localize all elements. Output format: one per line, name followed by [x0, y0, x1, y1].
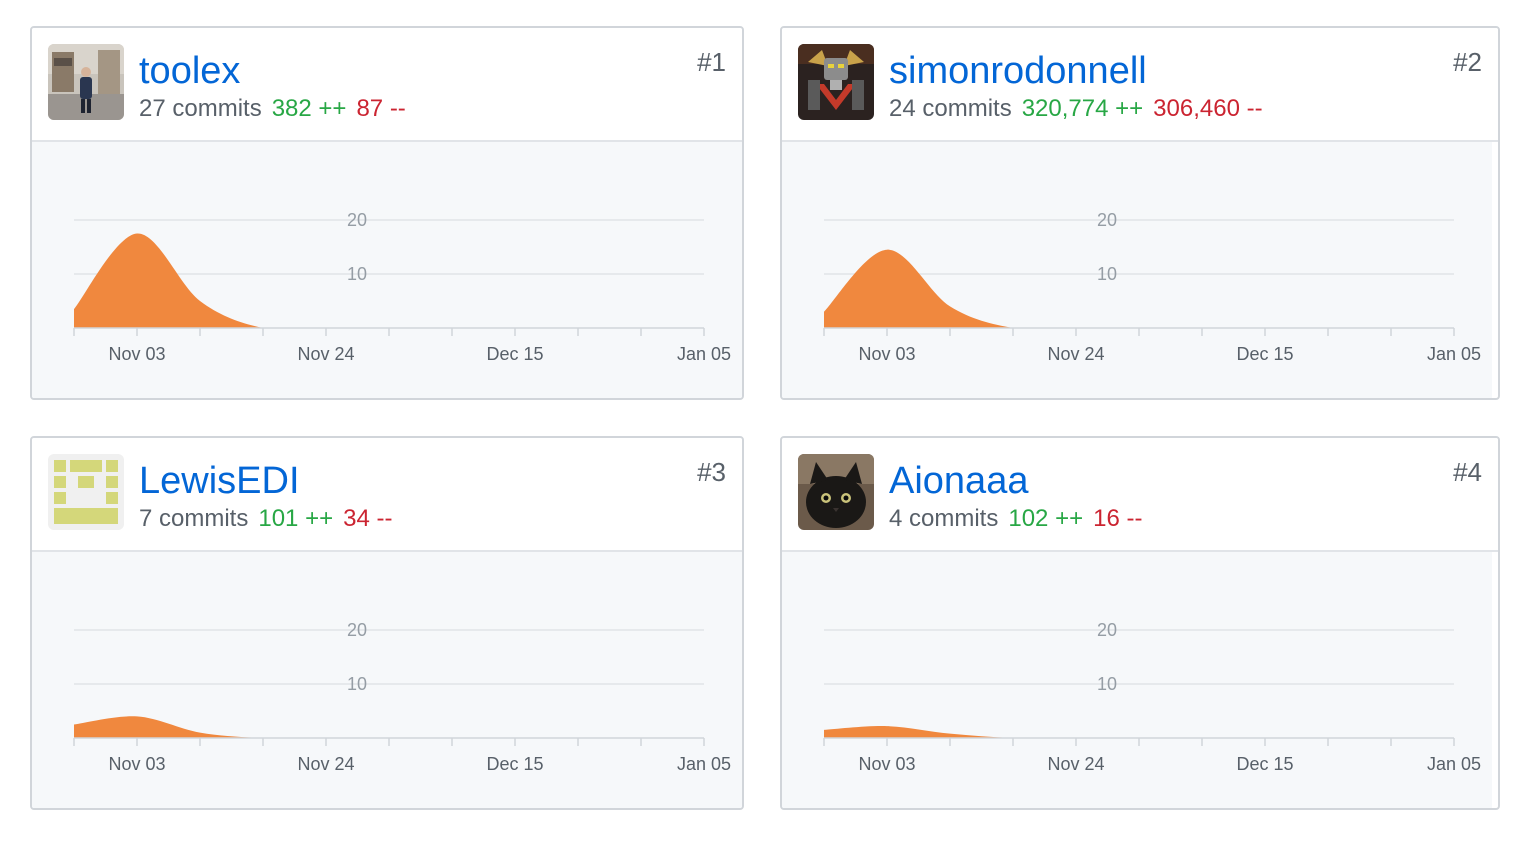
commit-activity-chart: 10 20 Nov 03 Nov 24 Dec 15 Jan 05 [782, 142, 1492, 398]
additions-count: 101 ++ [258, 505, 334, 532]
contributor-card-header: toolex 27 commits 382 ++ 87 -- #1 [32, 28, 742, 142]
chart-x-tick-label: Dec 15 [486, 754, 543, 774]
commit-activity-chart: 10 20 Nov 03 Nov 24 Dec 15 Jan 05 [32, 142, 742, 398]
chart-x-tick-label: Nov 03 [108, 754, 165, 774]
commit-activity-chart: 10 20 Nov 03 Nov 24 Dec 15 Jan 05 [782, 552, 1492, 808]
contributor-rank: #3 [697, 457, 726, 487]
contributor-card-header: simonrodonnell 24 commits 320,774 ++ 306,4… [782, 28, 1498, 142]
chart-x-tick-label: Dec 15 [1236, 344, 1293, 364]
chart-y-tick-label: 20 [1097, 620, 1117, 640]
robot-mecha-avatar-image [798, 44, 874, 120]
additions-count: 102 ++ [1008, 505, 1084, 532]
chart-gridlines [824, 219, 1454, 275]
chart-x-tick-label: Jan 05 [1427, 754, 1481, 774]
deletions-count: 87 -- [356, 95, 406, 122]
commit-count[interactable]: 27 commits [139, 95, 262, 122]
contributor-card: LewisEDI 7 commits 101 ++ 34 -- #3 10 20 Nov… [30, 436, 744, 810]
additions-count: 382 ++ [271, 95, 347, 122]
identicon-avatar[interactable] [48, 454, 124, 530]
contributor-rank: #1 [697, 47, 726, 77]
person-photo-avatar-image [48, 44, 124, 120]
robot-mecha-avatar[interactable] [798, 44, 874, 120]
contributor-card: simonrodonnell 24 commits 320,774 ++ 306,4… [780, 26, 1500, 400]
contributor-rank: #4 [1453, 457, 1482, 487]
chart-y-tick-label: 20 [347, 620, 367, 640]
commit-count[interactable]: 7 commits [139, 505, 248, 532]
contributor-username-link[interactable]: toolex [139, 48, 240, 94]
contributor-card-header: Aionaaa 4 commits 102 ++ 16 -- #4 [782, 438, 1498, 552]
contributor-card: toolex 27 commits 382 ++ 87 -- #1 10 20 Nov … [30, 26, 744, 400]
deletions-count: 34 -- [343, 505, 393, 532]
chart-x-tick-label: Nov 03 [108, 344, 165, 364]
chart-x-tick-label: Jan 05 [677, 754, 731, 774]
chart-y-tick-label: 10 [347, 264, 367, 284]
chart-x-tick-label: Jan 05 [1427, 344, 1481, 364]
chart-x-tick-label: Dec 15 [1236, 754, 1293, 774]
chart-y-tick-label: 10 [347, 674, 367, 694]
chart-gridlines [74, 629, 704, 685]
chart-x-tick-label: Nov 24 [297, 344, 354, 364]
contributor-rank: #2 [1453, 47, 1482, 77]
cat-photo-avatar[interactable] [798, 454, 874, 530]
chart-x-tick-label: Nov 03 [858, 754, 915, 774]
chart-y-tick-label: 20 [347, 210, 367, 230]
commit-area-series [74, 716, 704, 738]
cat-photo-avatar-image [798, 454, 874, 530]
commit-area-series [824, 249, 1454, 328]
contributor-stats: 4 commits 102 ++ 16 -- [889, 504, 1152, 534]
commit-activity-chart-svg: 10 20 Nov 03 Nov 24 Dec 15 Jan 05 [823, 210, 1481, 364]
chart-y-tick-label: 10 [1097, 674, 1117, 694]
commit-activity-chart-svg: 10 20 Nov 03 Nov 24 Dec 15 Jan 05 [823, 620, 1481, 774]
identicon-avatar-image [48, 454, 124, 530]
commit-count[interactable]: 4 commits [889, 505, 998, 532]
contributor-stats: 27 commits 382 ++ 87 -- [139, 94, 416, 124]
commit-activity-chart-svg: 10 20 Nov 03 Nov 24 Dec 15 Jan 05 [73, 210, 731, 364]
commit-count[interactable]: 24 commits [889, 95, 1012, 122]
contributor-card-header: LewisEDI 7 commits 101 ++ 34 -- #3 [32, 438, 742, 552]
contributor-stats: 7 commits 101 ++ 34 -- [139, 504, 402, 534]
chart-x-tick-label: Nov 24 [1047, 754, 1104, 774]
additions-count: 320,774 ++ [1021, 95, 1144, 122]
deletions-count: 306,460 -- [1153, 95, 1263, 122]
chart-gridlines [824, 629, 1454, 685]
chart-y-tick-label: 20 [1097, 210, 1117, 230]
chart-x-tick-label: Jan 05 [677, 344, 731, 364]
contributor-username-link[interactable]: simonrodonnell [889, 48, 1147, 94]
contributor-stats: 24 commits 320,774 ++ 306,460 -- [889, 94, 1273, 124]
commit-activity-chart: 10 20 Nov 03 Nov 24 Dec 15 Jan 05 [32, 552, 742, 808]
chart-x-tick-label: Nov 24 [1047, 344, 1104, 364]
chart-x-tick-label: Dec 15 [486, 344, 543, 364]
contributor-username-link[interactable]: Aionaaa [889, 458, 1028, 504]
person-photo-avatar[interactable] [48, 44, 124, 120]
chart-y-tick-label: 10 [1097, 264, 1117, 284]
commit-area-series [824, 726, 1454, 738]
deletions-count: 16 -- [1093, 505, 1143, 532]
commit-area-series [74, 233, 704, 328]
contributor-username-link[interactable]: LewisEDI [139, 458, 300, 504]
chart-x-tick-label: Nov 24 [297, 754, 354, 774]
chart-x-tick-label: Nov 03 [858, 344, 915, 364]
contributor-card: Aionaaa 4 commits 102 ++ 16 -- #4 10 20 Nov … [780, 436, 1500, 810]
commit-activity-chart-svg: 10 20 Nov 03 Nov 24 Dec 15 Jan 05 [73, 620, 731, 774]
